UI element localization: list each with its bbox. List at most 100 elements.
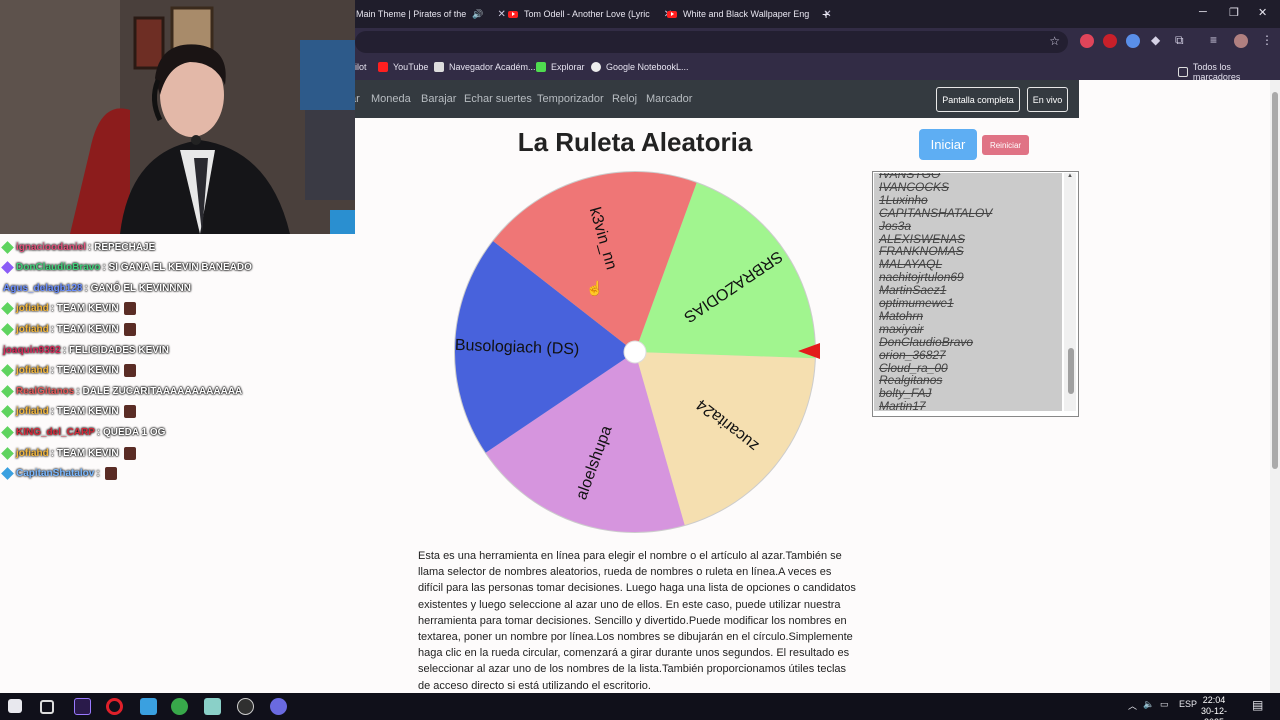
tab-title: Main Theme | Pirates of the xyxy=(356,9,467,19)
chat-username[interactable]: RealGitanos xyxy=(16,386,74,397)
extension-icon[interactable]: ◆ xyxy=(1151,33,1160,47)
fullscreen-button[interactable]: Pantalla completa xyxy=(936,87,1020,112)
badge-icon xyxy=(1,384,14,398)
app-icon[interactable] xyxy=(204,698,221,715)
volume-icon[interactable]: 🔈 xyxy=(1143,699,1154,710)
live-button[interactable]: En vivo xyxy=(1027,87,1068,112)
badge-icon xyxy=(1,426,14,439)
restore-button[interactable]: ❐ xyxy=(1229,6,1239,19)
wheel-hub xyxy=(623,340,647,364)
nav-temporizador[interactable]: Temporizador xyxy=(537,93,604,105)
site-navbar: ar Moneda Barajar Echar suertes Temporiz… xyxy=(350,80,1079,118)
badge-icon xyxy=(1,405,14,419)
app-icon[interactable] xyxy=(140,698,157,715)
tab-pirates[interactable]: Main Theme | Pirates of the 🔊 ✕ xyxy=(356,5,506,23)
new-tab-button[interactable]: + xyxy=(822,6,830,22)
folder-icon xyxy=(1178,67,1188,77)
bookmark-navegador[interactable]: Navegador Académ... xyxy=(434,62,536,72)
bookmark-notebooklm[interactable]: Google NotebookL... xyxy=(591,62,689,72)
badge-icon xyxy=(1,364,14,377)
chat-username[interactable]: jofiahd xyxy=(16,303,49,314)
close-window-button[interactable]: ✕ xyxy=(1258,6,1267,19)
name-line: Martin17 xyxy=(879,399,926,411)
emote-icon xyxy=(123,302,136,316)
tab-wallpaper[interactable]: White and Black Wallpaper Eng ✕ xyxy=(667,5,832,23)
opera-icon[interactable] xyxy=(106,698,123,715)
name-line: Matohrn xyxy=(879,308,924,323)
close-tab-icon[interactable]: ✕ xyxy=(497,9,505,20)
media-icon[interactable]: ≡ xyxy=(1210,33,1217,47)
extension-icon[interactable] xyxy=(1103,34,1117,48)
network-icon[interactable]: ▭ xyxy=(1160,699,1169,710)
bookmark-explorar[interactable]: Explorar xyxy=(536,62,585,72)
all-bookmarks[interactable]: Todos los marcadores xyxy=(1178,62,1280,82)
name-line: ALEXISWENAS xyxy=(879,231,966,246)
name-line: bolty_FAJ xyxy=(879,386,932,401)
name-line: orion_36827 xyxy=(879,347,946,362)
chat-username[interactable]: ignacioodaniel xyxy=(16,242,86,253)
bookmark-youtube[interactable]: YouTube xyxy=(378,62,428,72)
task-view-icon[interactable] xyxy=(40,700,54,714)
name-line: MartinSaez1 xyxy=(879,283,947,298)
bookmark-label: YouTube xyxy=(393,62,429,72)
speaker-icon[interactable]: 🔊 xyxy=(472,9,483,20)
roulette-wheel[interactable]: SRBRAZODIASzucarita24aloelshupaBusologia… xyxy=(453,170,817,534)
chat-message: KING_del_CARP: QUEDA 1 OG xyxy=(1,423,165,441)
chat-username[interactable]: DonClaudioBravo xyxy=(16,262,100,273)
chat-message: CapitanShatalov: xyxy=(1,465,117,483)
scroll-up-icon[interactable]: ▲ xyxy=(1067,173,1073,179)
minimize-button[interactable]: ─ xyxy=(1199,6,1207,18)
chat-username[interactable]: jofiahd xyxy=(16,448,49,459)
names-textarea[interactable]: IVANSTGO IVANCOCKS 1Luxinho CAPITANSHATALOV… xyxy=(872,171,1079,417)
tray-chevron-icon[interactable]: ︿ xyxy=(1128,699,1137,712)
reset-button[interactable]: Reiniciar xyxy=(982,135,1029,155)
extension-icon[interactable] xyxy=(1080,34,1094,48)
start-button[interactable]: Iniciar xyxy=(919,129,977,160)
badge-icon xyxy=(1,323,14,336)
address-bar[interactable]: ☆ xyxy=(355,31,1068,53)
scrollbar-thumb[interactable] xyxy=(1068,348,1074,394)
bookmark-item[interactable]: ilot xyxy=(355,62,367,72)
nav-reloj[interactable]: Reloj xyxy=(612,93,637,105)
emote-icon xyxy=(104,467,117,481)
page-scrollbar-thumb[interactable] xyxy=(1272,92,1278,469)
chat-username[interactable]: CapitanShatalov xyxy=(16,468,94,479)
chat-message: jofiahd: TEAM KEVIN xyxy=(1,362,136,380)
obs-icon[interactable] xyxy=(237,698,254,715)
after-effects-icon[interactable] xyxy=(74,698,91,715)
nav-marcador[interactable]: Marcador xyxy=(646,93,692,105)
chat-text: : TEAM KEVIN xyxy=(50,303,119,315)
name-line: maxiyair xyxy=(879,321,924,336)
nav-echar-suertes[interactable]: Echar suertes xyxy=(464,93,532,105)
tab-another-love[interactable]: Tom Odell - Another Love (Lyric ✕ xyxy=(508,5,672,23)
windows-start-icon[interactable] xyxy=(8,699,22,713)
chat-username[interactable]: jofiahd xyxy=(16,406,49,417)
bookmark-star-icon[interactable]: ☆ xyxy=(1049,34,1060,48)
profile-avatar[interactable] xyxy=(1234,34,1248,48)
chrome-icon[interactable] xyxy=(171,698,188,715)
tab-title: Tom Odell - Another Love (Lyric xyxy=(524,9,650,19)
taskbar-clock[interactable]: 22:04 30-12-2025 xyxy=(1196,695,1232,720)
page-scrollbar[interactable] xyxy=(1270,80,1280,693)
menu-icon[interactable]: ⋮ xyxy=(1261,33,1273,47)
chat-text: : xyxy=(96,468,100,480)
app-icon[interactable] xyxy=(270,698,287,715)
bookmark-label: Todos los marcadores xyxy=(1192,62,1241,82)
chat-username[interactable]: joaquin9392 xyxy=(3,345,61,356)
chat-username[interactable]: jofiahd xyxy=(16,365,49,376)
emote-icon xyxy=(123,364,136,378)
windows-taskbar: ︿ 🔈 ▭ ESP 22:04 30-12-2025 ▤ xyxy=(0,693,1280,720)
translate-icon[interactable] xyxy=(1126,34,1140,48)
hand-cursor-icon: ☝ xyxy=(586,280,604,296)
notifications-icon[interactable]: ▤ xyxy=(1252,698,1263,712)
puzzle-icon[interactable]: ⧉ xyxy=(1175,33,1184,48)
chat-username[interactable]: Agus_delagb128 xyxy=(3,283,82,294)
chat-username[interactable]: KING_del_CARP xyxy=(16,427,95,438)
chat-text: : TEAM KEVIN xyxy=(50,323,119,335)
chat-username[interactable]: jofiahd xyxy=(16,324,49,335)
language-indicator[interactable]: ESP xyxy=(1179,699,1197,709)
webcam-overlay xyxy=(0,0,355,234)
nav-moneda[interactable]: Moneda xyxy=(371,93,411,105)
nav-barajar[interactable]: Barajar xyxy=(421,93,456,105)
emote-icon xyxy=(123,322,136,336)
